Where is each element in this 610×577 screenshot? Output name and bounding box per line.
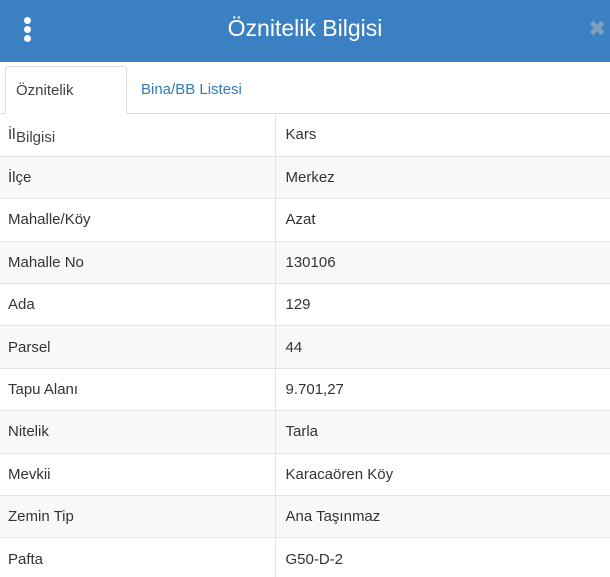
- table-row: Mahalle/Köy Azat: [0, 198, 610, 242]
- attribute-info-panel: Öznitelik Bilgisi ✖ Öznitelik Bilgisi Bi…: [0, 0, 610, 577]
- attribute-value: 129: [275, 283, 610, 326]
- attribute-value: G50-D-2: [275, 537, 610, 577]
- attribute-key: Parsel: [0, 325, 276, 369]
- attribute-value: 130106: [275, 240, 610, 284]
- table-row: Ada 129: [0, 283, 610, 326]
- table-row: Parsel 44: [0, 325, 610, 369]
- table-row: Zemin Tip Ana Taşınmaz: [0, 495, 610, 538]
- attribute-value: Ana Taşınmaz: [275, 495, 610, 538]
- attribute-value: Karacaören Köy: [275, 452, 610, 496]
- table-row: İl Kars: [0, 114, 610, 157]
- attribute-key: Mahalle No: [0, 240, 276, 284]
- attribute-table: İl Kars İlçe Merkez Mahalle/Köy Azat Mah…: [0, 114, 610, 577]
- attribute-key: Pafta: [0, 537, 276, 577]
- tab-attribute-info[interactable]: Öznitelik Bilgisi: [5, 66, 127, 146]
- tab-building-list[interactable]: Bina/BB Listesi: [131, 66, 252, 113]
- attribute-value: Tarla: [275, 410, 610, 454]
- attribute-value: Merkez: [275, 155, 610, 199]
- attribute-value: 9.701,27: [275, 367, 610, 411]
- table-row: Tapu Alanı 9.701,27: [0, 367, 610, 411]
- panel-title: Öznitelik Bilgisi: [227, 15, 383, 41]
- attribute-key: Tapu Alanı: [0, 367, 276, 411]
- attribute-value: Kars: [285, 126, 317, 144]
- tab-bar: Öznitelik Bilgisi Bina/BB Listesi: [0, 62, 610, 146]
- attribute-key: Zemin Tip: [0, 495, 276, 538]
- close-icon[interactable]: ✖: [588, 16, 610, 42]
- attribute-value: 44: [275, 325, 610, 369]
- attribute-key: Mevkii: [0, 452, 276, 496]
- table-row: Mevkii Karacaören Köy: [0, 452, 610, 496]
- attribute-key: Ada: [0, 283, 276, 326]
- table-row: Pafta G50-D-2: [0, 537, 610, 577]
- attribute-key: Nitelik: [0, 410, 276, 454]
- table-row: Nitelik Tarla: [0, 410, 610, 454]
- table-row: Mahalle No 130106: [0, 240, 610, 284]
- panel-header: Öznitelik Bilgisi ✖: [0, 0, 610, 62]
- attribute-key: Mahalle/Köy: [0, 198, 276, 242]
- table-row: İlçe Merkez: [0, 155, 610, 199]
- attribute-key: İlçe: [0, 155, 276, 199]
- attribute-value: Azat: [275, 198, 610, 242]
